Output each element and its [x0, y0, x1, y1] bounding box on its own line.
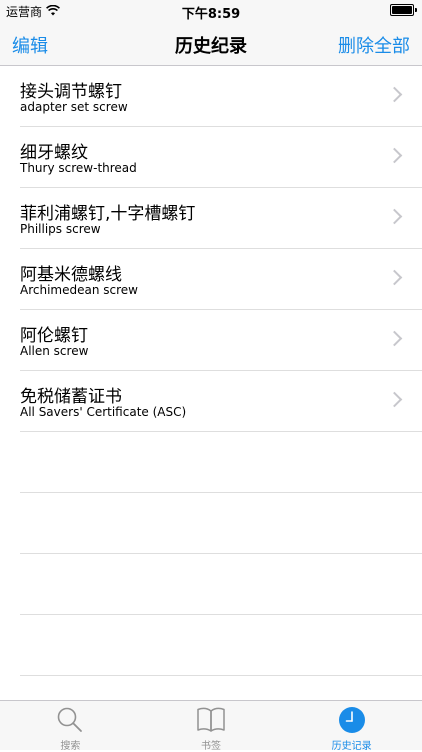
chevron-right-icon: [386, 330, 403, 347]
nav-bar: 编辑 历史纪录 删除全部: [0, 22, 422, 66]
list-item[interactable]: 阿基米德螺线 Archimedean screw: [20, 249, 422, 310]
chevron-right-icon: [386, 269, 403, 286]
item-subtitle: Phillips screw: [20, 222, 101, 236]
tab-search[interactable]: 搜索: [0, 701, 141, 752]
item-title: 阿伦螺钉: [20, 326, 88, 346]
chevron-right-icon: [386, 208, 403, 225]
item-title: 菲利浦螺钉,十字槽螺钉: [20, 204, 196, 224]
list-item[interactable]: 免税储蓄证书 All Savers' Certificate (ASC): [20, 371, 422, 432]
chevron-right-icon: [386, 391, 403, 408]
list-item[interactable]: 接头调节螺钉 adapter set screw: [20, 66, 422, 127]
tab-bookmarks[interactable]: 书签: [141, 701, 282, 752]
empty-row: [20, 493, 422, 554]
tab-history[interactable]: 历史记录: [281, 701, 422, 752]
item-subtitle: Allen screw: [20, 344, 89, 358]
item-subtitle: All Savers' Certificate (ASC): [20, 405, 187, 419]
status-time: 下午8:59: [181, 7, 241, 22]
tab-bar: 搜索 书签 历史记录: [0, 700, 422, 752]
delete-all-button[interactable]: 删除全部: [338, 32, 410, 58]
clock-icon: [338, 706, 366, 738]
list-item[interactable]: 菲利浦螺钉,十字槽螺钉 Phillips screw: [20, 188, 422, 249]
chevron-right-icon: [386, 147, 403, 164]
list-item[interactable]: 细牙螺纹 Thury screw-thread: [20, 127, 422, 188]
history-list: 接头调节螺钉 adapter set screw 细牙螺纹 Thury scre…: [0, 66, 422, 676]
item-title: 细牙螺纹: [20, 143, 88, 163]
empty-row: [20, 432, 422, 493]
item-subtitle: adapter set screw: [20, 100, 128, 114]
book-icon: [196, 706, 226, 738]
empty-row: [20, 615, 422, 676]
item-title: 阿基米德螺线: [20, 265, 122, 285]
item-title: 接头调节螺钉: [20, 82, 122, 102]
status-bar: 运营商 下午8:59: [0, 0, 422, 22]
item-subtitle: Thury screw-thread: [20, 161, 137, 175]
list-item[interactable]: 阿伦螺钉 Allen screw: [20, 310, 422, 371]
empty-row: [20, 554, 422, 615]
chevron-right-icon: [386, 86, 403, 103]
battery-icon: [390, 4, 417, 16]
item-title: 免税储蓄证书: [20, 387, 122, 407]
search-icon: [56, 706, 84, 738]
item-subtitle: Archimedean screw: [20, 283, 138, 297]
